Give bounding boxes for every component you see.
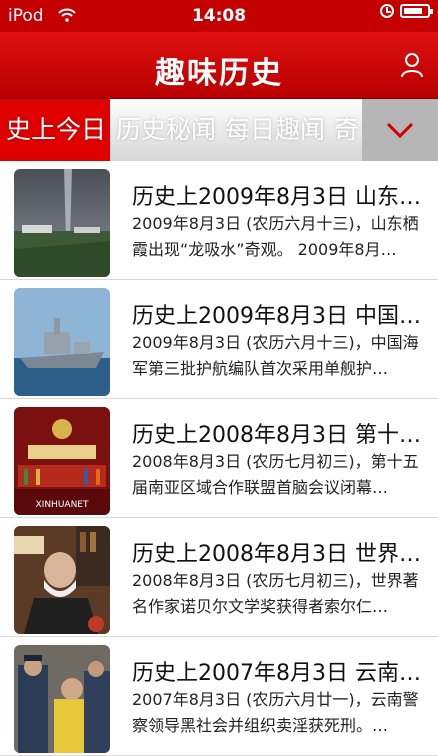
tab-today-in-history[interactable]: 史上今日: [0, 99, 110, 161]
tab-expand-button[interactable]: [362, 99, 438, 161]
article-summary: 2009年8月3日 (农历六月十三)，中国海军第三批护航编队首次采用单舰护…: [132, 333, 419, 378]
article-title: 历史上2007年8月3日 云南…: [132, 661, 421, 686]
article-list: 历史上2009年8月3日 山东… 2009年8月3日 (农历六月十三)，山东栖霞…: [0, 161, 438, 756]
navigation-bar: 趣味历史: [0, 32, 438, 99]
status-time: 14:08: [191, 6, 247, 26]
article-summary: 2007年8月3日 (农历六月廿一)，云南警察领导黑社会并组织卖淫获死刑。…: [132, 690, 419, 735]
alarm-icon: [380, 4, 394, 18]
photo-watermark: XINHUANET: [36, 500, 89, 510]
tab-daily-fun[interactable]: 每日趣闻: [219, 99, 331, 161]
warship-photo: [14, 288, 110, 396]
chevron-down-icon: [386, 122, 414, 139]
list-item[interactable]: 历史上2009年8月3日 中国… 2009年8月3日 (农历六月十三)，中国海军…: [0, 280, 438, 399]
article-summary: 2008年8月3日 (农历七月初三)，第十五届南亚区域合作联盟首脑会议闭幕…: [132, 452, 419, 497]
article-title: 历史上2009年8月3日 中国…: [132, 304, 421, 329]
article-summary: 2009年8月3日 (农历六月十三)，山东栖霞出现“龙吸水”奇观。 2009年8…: [132, 214, 419, 259]
article-title: 历史上2009年8月3日 山东…: [132, 185, 421, 210]
battery-icon: [400, 4, 433, 18]
page-title: 趣味历史: [155, 56, 283, 91]
list-item[interactable]: 历史上2009年8月3日 山东… 2009年8月3日 (农历六月十三)，山东栖霞…: [0, 161, 438, 280]
article-title: 历史上2008年8月3日 世界…: [132, 542, 421, 567]
list-item[interactable]: 历史上2008年8月3日 世界… 2008年8月3日 (农历七月初三)，世界著名…: [0, 518, 438, 637]
status-bar: iPod 14:08: [0, 0, 438, 32]
waterspout-photo: [14, 169, 110, 277]
article-summary: 2008年8月3日 (农历七月初三)，世界著名作家诺贝尔文学奖获得者索尔仁…: [132, 571, 419, 616]
police-photo: [14, 645, 110, 753]
writer-photo: [14, 526, 110, 634]
tab-history-secrets[interactable]: 历史秘闻: [110, 99, 222, 161]
list-item[interactable]: 历史上2007年8月3日 云南… 2007年8月3日 (农历六月廿一)，云南警察…: [0, 637, 438, 756]
list-item[interactable]: XINHUANET 历史上2008年8月3日 第十… 2008年8月3日 (农历…: [0, 399, 438, 518]
user-icon[interactable]: [400, 52, 424, 78]
article-title: 历史上2008年8月3日 第十…: [132, 423, 421, 448]
summit-photo: XINHUANET: [14, 407, 110, 515]
tab-more-partial[interactable]: 奇: [328, 99, 365, 161]
